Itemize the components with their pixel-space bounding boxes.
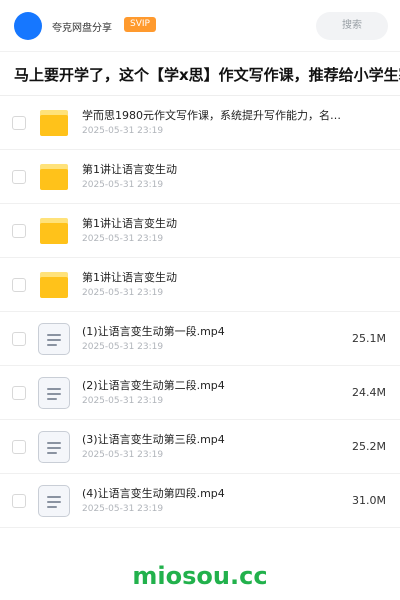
list-item[interactable]: 第1讲让语言变生动 2025-05-31 23:19 — [0, 258, 400, 312]
folder-icon — [38, 107, 70, 139]
item-date: 2025-05-31 23:19 — [82, 288, 164, 298]
video-file-icon — [38, 323, 70, 355]
avatar[interactable] — [14, 12, 42, 40]
item-size: 25.2M — [352, 440, 386, 453]
item-date: 2025-05-31 23:19 — [82, 180, 164, 190]
list-item[interactable]: 学而思1980元作文写作课，系统提升写作能力，名师… 2025-05-31 23… — [0, 96, 400, 150]
item-size: 31.0M — [352, 494, 386, 507]
folder-icon — [38, 215, 70, 247]
folder-icon — [38, 269, 70, 301]
list-item[interactable]: (4)让语言变生动第四段.mp4 2025-05-31 23:19 31.0M — [0, 474, 400, 528]
app-header: 夸克网盘分享 SVIP 搜索 — [0, 0, 400, 52]
watermark: miosou.cc — [132, 562, 268, 590]
item-name: 第1讲让语言变生动 — [82, 271, 177, 284]
item-date: 2025-05-31 23:19 — [82, 396, 164, 406]
folder-icon — [38, 161, 70, 193]
row-checkbox[interactable] — [12, 278, 26, 292]
row-checkbox[interactable] — [12, 440, 26, 454]
search-input[interactable]: 搜索 — [316, 12, 388, 40]
row-checkbox[interactable] — [12, 224, 26, 238]
share-title-bar: 马上要开学了，这个【学x思】作文写作课，推荐给小学生寒假 — [0, 52, 400, 96]
item-name: (1)让语言变生动第一段.mp4 — [82, 325, 225, 338]
item-date: 2025-05-31 23:19 — [82, 234, 164, 244]
list-item[interactable]: (3)让语言变生动第三段.mp4 2025-05-31 23:19 25.2M — [0, 420, 400, 474]
list-item[interactable]: (2)让语言变生动第二段.mp4 2025-05-31 23:19 24.4M — [0, 366, 400, 420]
app-name: 夸克网盘分享 — [52, 23, 112, 34]
item-date: 2025-05-31 23:19 — [82, 450, 164, 460]
video-file-icon — [38, 377, 70, 409]
item-name: 第1讲让语言变生动 — [82, 163, 177, 176]
file-list: 学而思1980元作文写作课，系统提升写作能力，名师… 2025-05-31 23… — [0, 96, 400, 528]
item-name: 第1讲让语言变生动 — [82, 217, 177, 230]
item-name: (2)让语言变生动第二段.mp4 — [82, 379, 225, 392]
row-checkbox[interactable] — [12, 494, 26, 508]
video-file-icon — [38, 485, 70, 517]
list-item[interactable]: 第1讲让语言变生动 2025-05-31 23:19 — [0, 150, 400, 204]
row-checkbox[interactable] — [12, 116, 26, 130]
item-name: (3)让语言变生动第三段.mp4 — [82, 433, 225, 446]
item-name: (4)让语言变生动第四段.mp4 — [82, 487, 225, 500]
item-name: 学而思1980元作文写作课，系统提升写作能力，名师… — [82, 109, 350, 122]
list-item[interactable]: (1)让语言变生动第一段.mp4 2025-05-31 23:19 25.1M — [0, 312, 400, 366]
row-checkbox[interactable] — [12, 386, 26, 400]
item-date: 2025-05-31 23:19 — [82, 504, 164, 514]
row-checkbox[interactable] — [12, 170, 26, 184]
list-item[interactable]: 第1讲让语言变生动 2025-05-31 23:19 — [0, 204, 400, 258]
item-date: 2025-05-31 23:19 — [82, 342, 164, 352]
page-title: 马上要开学了，这个【学x思】作文写作课，推荐给小学生寒假 — [14, 66, 400, 84]
row-checkbox[interactable] — [12, 332, 26, 346]
item-size: 24.4M — [352, 386, 386, 399]
svip-badge: SVIP — [124, 17, 156, 32]
item-size: 25.1M — [352, 332, 386, 345]
item-date: 2025-05-31 23:19 — [82, 126, 164, 136]
video-file-icon — [38, 431, 70, 463]
